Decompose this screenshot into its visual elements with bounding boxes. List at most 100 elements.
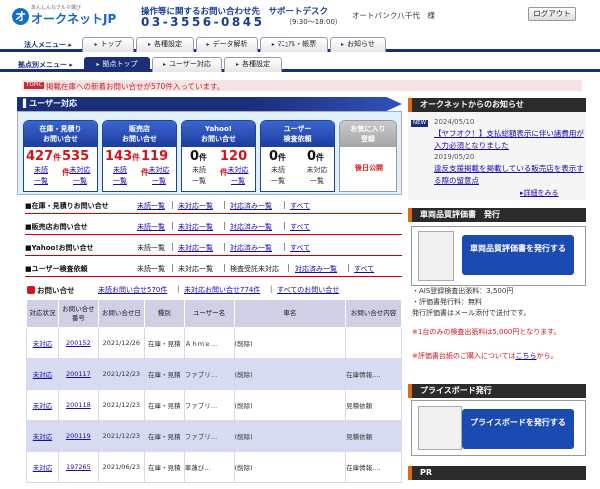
unread-list-link[interactable]: 未読一覧: [27, 165, 55, 187]
number-cell[interactable]: 200118: [57, 389, 99, 421]
unhandled-inquiries-link[interactable]: 未対応お問い合せ774件: [184, 285, 260, 295]
car-cell: (削除): [233, 451, 347, 483]
number-cell[interactable]: 200117: [57, 358, 99, 390]
tab-label: データ解析: [212, 40, 248, 48]
date-cell: 2021/06/23: [97, 451, 145, 483]
car-cell: (削除): [233, 327, 347, 359]
news-link[interactable]: 【ヤフオク！】支払総額表示に伴い諸費用が入力必須となりました: [434, 128, 584, 152]
unhandled-list-text: 未対応一覧: [178, 265, 213, 273]
col-status: 対応状況: [26, 299, 59, 328]
content-cell: 在庫情報,…: [345, 358, 402, 390]
unread-list-text: 未読一覧: [137, 265, 165, 273]
user-name: オートバンク八千代 様: [352, 11, 435, 20]
row-name: ■ユーザー検査依頼: [25, 265, 88, 273]
unhandled-list-link[interactable]: 未対応一覧: [224, 165, 252, 187]
news-link[interactable]: 違反支援掲載を掲載している販売店を表示する際の留意点: [434, 163, 584, 187]
card-title: ユーザー 検査依頼: [261, 121, 334, 147]
table-row[interactable]: 未対応 200152 2021/12/26 在庫・見積 Ａｈｍｅ… (削除): [26, 327, 402, 359]
logo-name[interactable]: オークネットJP: [31, 10, 116, 27]
unread-count: 427件: [26, 149, 62, 164]
cert-banner[interactable]: 車両品質評価書を発行する: [411, 226, 586, 286]
card-yahoo-inquiry: Yahoo! お問い合せ 0件 120件 未読 一覧 未対応 一覧: [181, 120, 256, 192]
col-number: お問い合せ番号: [57, 299, 99, 328]
tab-top[interactable]: ▸ トップ: [82, 37, 134, 52]
row-name: ■販売店お問い合せ: [25, 223, 88, 231]
table-row[interactable]: 未対応 197265 2021/06/23 在庫・見積 車蓮び… (削除) 在庫…: [26, 451, 402, 483]
unread-list-text: 未読一覧: [137, 244, 165, 252]
table-row[interactable]: 未対応 200117 2021/12/23 在庫・見積 ファブリ… (削除) 在…: [26, 358, 402, 390]
handled-list-link[interactable]: 対応済み一覧: [230, 201, 272, 211]
number-cell[interactable]: 200152: [57, 327, 99, 359]
inquiry-row-stock: ■在庫・見積りお問い合せ 未読一覧 | 未対応一覧 | 対応済み一覧 | すべて: [25, 198, 402, 214]
tab-label: ユーザー対応: [169, 60, 211, 68]
divider: |: [171, 263, 174, 272]
issue-priceboard-button[interactable]: プライスボードを発行する: [462, 409, 574, 449]
table-row[interactable]: 未対応 200118 2021/12/23 在庫・見積 ファブリ… (削除) 見…: [26, 389, 402, 421]
handled-list-link[interactable]: 対応済み一覧: [295, 264, 337, 274]
tab-settings[interactable]: ▸ 各種設定: [136, 37, 194, 52]
table-row[interactable]: 未対応 200119 2021/12/23 在庫・見積 ファブリ… (削除) 見…: [26, 420, 402, 452]
handled-list-link[interactable]: 対応済み一覧: [230, 243, 272, 253]
cert-purchase-link[interactable]: こちら: [516, 352, 537, 360]
inquiry-table: 対応状況 お問い合せ番号 お問い合せ日 種別 ユーザー名 車名 お問い合せ内容 …: [26, 299, 402, 483]
user-cell: ファブリ…: [183, 420, 235, 452]
status-cell[interactable]: 未対応: [26, 327, 59, 359]
user-cell: 車蓮び…: [183, 451, 235, 483]
store-menu-label: 拠点別メニュー ▸: [18, 61, 73, 69]
priceboard-banner[interactable]: プライスボードを発行する: [411, 400, 586, 456]
card-title: お気に入り 登録: [340, 121, 396, 147]
tab-notice[interactable]: ▸ お知らせ: [330, 37, 386, 52]
more-link[interactable]: ▸詳細をみる: [520, 188, 559, 198]
unhandled-list-link[interactable]: 未対応一覧: [178, 222, 213, 232]
tab-manual[interactable]: ▸ ﾏﾆｭｱﾙ・帳票: [260, 37, 328, 52]
unread-list-link[interactable]: 未読一覧: [137, 201, 165, 211]
cert-note: ※評価書台紙のご購入についてはこちらから。: [412, 352, 558, 360]
card-stock-inquiry: 在庫・見積り お問い合せ 427件 535件 未読 一覧 未対応 一覧: [23, 120, 98, 192]
logo-icon[interactable]: オ: [12, 8, 29, 25]
unhandled-list-link[interactable]: 未対応一覧: [145, 165, 173, 187]
tab-store-settings[interactable]: ▸ 各種設定: [224, 57, 282, 72]
content-cell: [345, 327, 402, 359]
corp-menu: 法人メニュー ▸ ▸ トップ ▸ 各種設定 ▸ データ解析 ▸ ﾏﾆｭｱﾙ・帳票 ▸ お知…: [0, 36, 600, 52]
section-title: ▌ユーザー対応: [17, 97, 402, 111]
col-date: お問い合せ日: [97, 299, 145, 328]
unread-list-link[interactable]: 未読一覧: [137, 222, 165, 232]
status-cell[interactable]: 未対応: [26, 358, 59, 390]
logout-button[interactable]: ログアウト: [528, 7, 576, 21]
arrow-icon: ▸: [147, 41, 151, 48]
card-dealer-inquiry: 販売店 お問い合せ 143件 119件 未読 一覧 未対応 一覧: [102, 120, 177, 192]
divider: |: [283, 200, 286, 209]
card-user-inspection: ユーザー 検査依頼 0件 0件 未読 一覧 未対応 一覧: [260, 120, 335, 192]
unhandled-list-link[interactable]: 未対応一覧: [178, 243, 213, 253]
status-cell[interactable]: 未対応: [26, 389, 59, 421]
unread-list-link[interactable]: 未読一覧: [106, 165, 134, 187]
arrow-icon: ▸: [271, 41, 275, 48]
news-date: 2024/05/10: [434, 118, 475, 126]
pr-header: PR: [408, 466, 586, 480]
inquiry-row-dealer: ■販売店お問い合せ 未読一覧 | 未対応一覧 | 対応済み一覧 | すべて: [25, 219, 402, 235]
unread-inquiries-link[interactable]: 未読お問い合せ570件: [98, 285, 167, 295]
tab-store-top[interactable]: ▸ 拠点トップ: [84, 57, 150, 72]
unhandled-list-link[interactable]: 未対応一覧: [66, 165, 94, 187]
topic-text[interactable]: 掲載在庫への新着お問い合せが570件入っています。: [46, 81, 224, 92]
number-cell[interactable]: 197265: [57, 451, 99, 483]
all-link[interactable]: すべて: [290, 201, 310, 211]
type-cell: 在庫・見積: [143, 327, 185, 359]
all-link[interactable]: すべて: [290, 222, 310, 232]
new-badge: NEW: [411, 120, 429, 127]
all-link[interactable]: すべて: [290, 243, 310, 253]
car-cell: (削除): [233, 358, 347, 390]
divider: |: [270, 285, 273, 293]
all-link[interactable]: すべて: [354, 264, 374, 274]
tab-analysis[interactable]: ▸ データ解析: [196, 37, 258, 52]
status-cell[interactable]: 未対応: [26, 420, 59, 452]
number-cell[interactable]: 200119: [57, 420, 99, 452]
status-cell[interactable]: 未対応: [26, 451, 59, 483]
handled-list-link[interactable]: 対応済み一覧: [230, 222, 272, 232]
unhandled-list-link[interactable]: 未対応一覧: [178, 201, 213, 211]
tab-label: お知らせ: [347, 40, 375, 48]
issue-cert-button[interactable]: 車両品質評価書を発行する: [462, 235, 574, 275]
all-inquiries-link[interactable]: すべてのお問い合せ: [277, 285, 339, 295]
tab-label: ﾏﾆｭｱﾙ・帳票: [277, 40, 317, 48]
tab-user-support[interactable]: ▸ ユーザー対応: [152, 57, 222, 72]
